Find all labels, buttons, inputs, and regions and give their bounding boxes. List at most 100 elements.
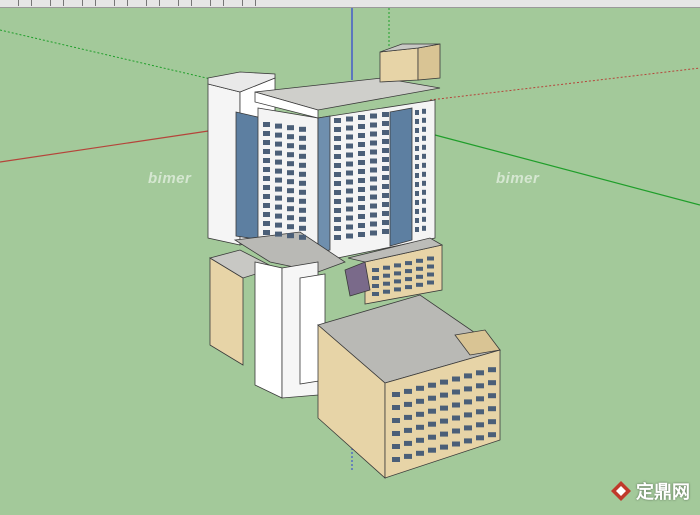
window	[275, 177, 282, 183]
window	[422, 225, 426, 231]
window	[334, 118, 341, 123]
window	[422, 162, 426, 168]
window	[334, 136, 341, 141]
window	[422, 171, 426, 177]
window	[392, 418, 400, 423]
window	[372, 276, 379, 280]
window	[334, 190, 341, 195]
window	[287, 233, 294, 239]
window	[382, 121, 389, 126]
window	[372, 284, 379, 288]
window	[440, 379, 448, 385]
window	[346, 161, 353, 167]
window	[415, 209, 419, 214]
window	[372, 268, 379, 272]
toolbar-icon[interactable]	[242, 0, 256, 6]
sketchup-viewport[interactable]: bimer bimer 定鼎网	[0, 0, 700, 510]
window	[382, 112, 389, 117]
green-axis-dotted	[0, 29, 216, 81]
window	[372, 292, 379, 296]
window	[488, 380, 496, 386]
window	[422, 135, 426, 141]
window	[370, 203, 377, 209]
window	[416, 437, 424, 443]
window	[405, 269, 412, 274]
window	[263, 185, 270, 190]
roof-tower-front	[379, 47, 419, 83]
toolbar-icon[interactable]	[50, 0, 64, 6]
window	[383, 281, 390, 286]
stair-tower-front	[207, 83, 241, 246]
window	[358, 205, 365, 210]
window	[346, 188, 353, 194]
window	[404, 401, 412, 407]
window	[287, 170, 294, 176]
window	[263, 194, 270, 199]
window	[488, 419, 496, 425]
window	[404, 440, 412, 446]
window	[370, 176, 377, 182]
toolbar-icon[interactable]	[18, 0, 32, 6]
window	[287, 188, 294, 194]
window	[382, 175, 389, 180]
window	[370, 149, 377, 155]
model-canvas[interactable]	[0, 0, 700, 510]
window	[346, 197, 353, 203]
window	[287, 161, 294, 167]
window	[382, 229, 389, 234]
window	[275, 222, 282, 228]
window	[476, 370, 484, 376]
window	[416, 411, 424, 417]
window	[287, 215, 294, 221]
window	[370, 221, 377, 227]
toolbar-icon[interactable]	[178, 0, 192, 6]
window	[275, 150, 282, 156]
window	[346, 152, 353, 158]
window	[464, 373, 472, 379]
window	[287, 197, 294, 203]
toolbar-icon[interactable]	[210, 0, 224, 6]
window	[299, 162, 306, 168]
window	[392, 431, 400, 436]
window	[334, 208, 341, 213]
window	[415, 164, 419, 169]
window	[422, 108, 426, 114]
window	[476, 396, 484, 402]
window	[392, 444, 400, 449]
window	[416, 450, 424, 456]
window	[464, 412, 472, 418]
top-toolbar-strip[interactable]	[0, 0, 700, 8]
window	[370, 122, 377, 128]
window	[358, 151, 365, 156]
window	[452, 428, 460, 434]
window	[287, 152, 294, 158]
window	[334, 217, 341, 222]
window	[287, 206, 294, 212]
window	[275, 123, 282, 129]
toolbar-icon[interactable]	[114, 0, 128, 6]
window	[346, 233, 353, 239]
window	[346, 215, 353, 221]
toolbar-icon[interactable]	[146, 0, 160, 6]
window	[422, 189, 426, 195]
window	[415, 227, 419, 232]
window	[416, 385, 424, 391]
window	[334, 154, 341, 159]
window	[404, 453, 412, 459]
window	[334, 145, 341, 150]
window	[358, 133, 365, 138]
window	[452, 389, 460, 395]
roof-tower-side	[417, 43, 441, 81]
window	[476, 435, 484, 441]
building-model[interactable]	[207, 43, 501, 479]
window	[263, 212, 270, 217]
green-axis-solid	[434, 134, 700, 206]
window	[382, 184, 389, 189]
window	[464, 386, 472, 392]
window	[382, 157, 389, 162]
toolbar-icon[interactable]	[82, 0, 96, 6]
window	[299, 153, 306, 159]
window	[358, 214, 365, 219]
window	[404, 414, 412, 420]
window	[488, 406, 496, 412]
